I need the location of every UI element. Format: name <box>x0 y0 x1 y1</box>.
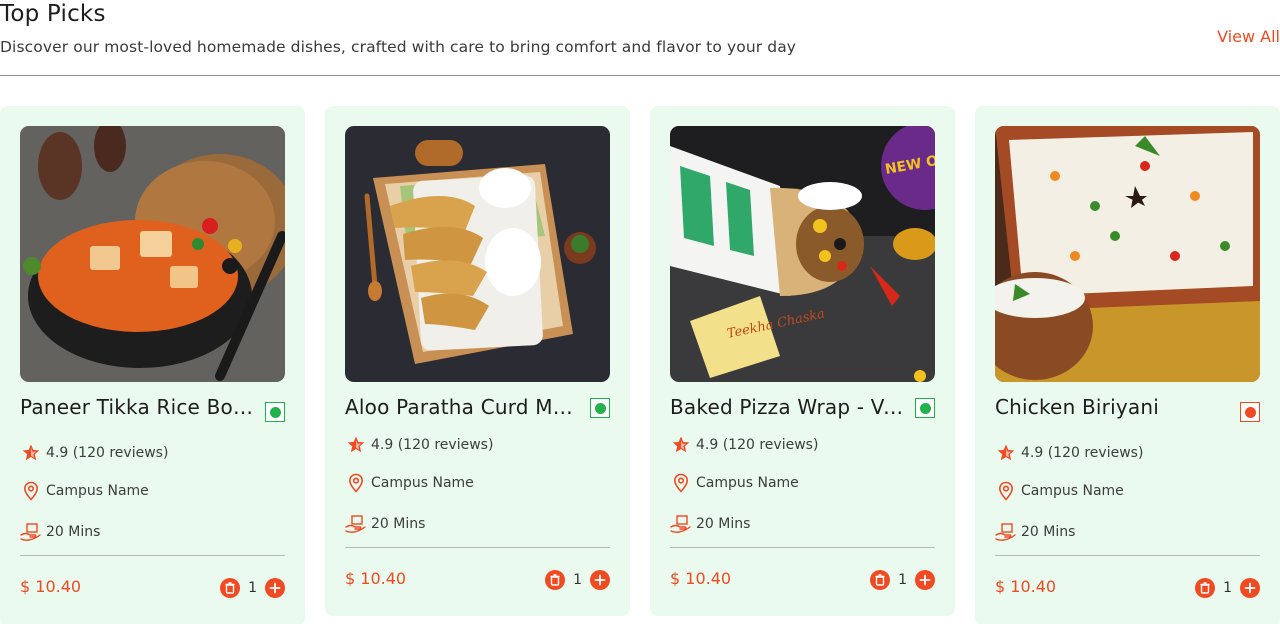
campus-row: Campus Name <box>345 472 474 494</box>
section-header: Top Picks Discover our most-loved homema… <box>0 0 1280 76</box>
location-pin-icon <box>995 480 1017 502</box>
add-button[interactable] <box>590 570 610 590</box>
veg-indicator-icon <box>915 398 935 418</box>
campus-text: Campus Name <box>696 475 799 491</box>
card-divider <box>345 547 610 548</box>
trash-icon <box>550 574 560 586</box>
campus-row: Campus Name <box>670 472 799 494</box>
location-pin-icon <box>20 480 42 502</box>
dish-card[interactable]: Chicken Biriyani 4.9 (120 reviews) Campu… <box>975 106 1280 624</box>
rating-row: 4.9 (120 reviews) <box>995 442 1143 464</box>
delivery-time-text: 20 Mins <box>696 516 751 532</box>
quantity-value: 1 <box>898 572 907 588</box>
quantity-stepper: 1 <box>220 578 285 598</box>
price: $ 10.40 <box>20 577 82 596</box>
quantity-value: 1 <box>1223 580 1232 596</box>
plus-icon <box>919 574 931 586</box>
dish-name: Paneer Tikka Rice Bowl <box>20 395 255 419</box>
campus-text: Campus Name <box>371 475 474 491</box>
rating-row: 4.9 (120 reviews) <box>670 434 818 456</box>
quantity-stepper: 1 <box>870 570 935 590</box>
star-icon <box>670 434 692 456</box>
quantity-value: 1 <box>573 572 582 588</box>
delivery-hand-icon <box>995 521 1017 543</box>
add-button[interactable] <box>265 578 285 598</box>
delivery-hand-icon <box>670 513 692 535</box>
delivery-time-text: 20 Mins <box>371 516 426 532</box>
quantity-value: 1 <box>248 580 257 596</box>
dish-card[interactable]: Aloo Paratha Curd Meal 4.9 (120 reviews)… <box>325 106 630 616</box>
add-button[interactable] <box>1240 578 1260 598</box>
delivery-time-row: 20 Mins <box>995 521 1075 543</box>
star-icon <box>20 442 42 464</box>
delete-button[interactable] <box>1195 578 1216 598</box>
location-pin-icon <box>345 472 367 494</box>
delivery-hand-icon <box>345 513 367 535</box>
plus-icon <box>594 574 606 586</box>
card-divider <box>20 555 285 556</box>
delete-button[interactable] <box>220 578 241 598</box>
delete-button[interactable] <box>545 570 566 590</box>
nonveg-indicator-icon <box>1240 402 1260 422</box>
rating-text: 4.9 (120 reviews) <box>696 437 819 453</box>
rating-text: 4.9 (120 reviews) <box>46 445 169 461</box>
veg-indicator-icon <box>590 398 610 418</box>
delivery-hand-icon <box>20 521 42 543</box>
trash-icon <box>225 582 235 594</box>
dish-name: Aloo Paratha Curd Meal <box>345 395 580 419</box>
delivery-time-row: 20 Mins <box>670 513 750 535</box>
dish-card[interactable]: Paneer Tikka Rice Bowl 4.9 (120 reviews)… <box>0 106 305 624</box>
delivery-time-text: 20 Mins <box>1021 524 1076 540</box>
dish-card-list: Paneer Tikka Rice Bowl 4.9 (120 reviews)… <box>0 106 1280 624</box>
veg-indicator-icon <box>265 402 285 422</box>
dish-image[interactable] <box>345 126 610 382</box>
section-subtitle: Discover our most-loved homemade dishes,… <box>0 38 797 56</box>
trash-icon <box>875 574 885 586</box>
dish-name: Chicken Biriyani <box>995 395 1159 419</box>
price: $ 10.40 <box>995 577 1057 596</box>
quantity-stepper: 1 <box>1195 578 1260 598</box>
campus-text: Campus Name <box>46 483 149 499</box>
delivery-time-row: 20 Mins <box>20 521 100 543</box>
star-icon <box>995 442 1017 464</box>
campus-row: Campus Name <box>20 480 149 502</box>
rating-text: 4.9 (120 reviews) <box>1021 445 1144 461</box>
price: $ 10.40 <box>345 569 407 588</box>
card-divider <box>995 555 1260 556</box>
location-pin-icon <box>670 472 692 494</box>
section-title: Top Picks <box>0 1 106 27</box>
campus-text: Campus Name <box>1021 483 1124 499</box>
rating-row: 4.9 (120 reviews) <box>20 442 168 464</box>
delivery-time-text: 20 Mins <box>46 524 101 540</box>
star-icon <box>345 434 367 456</box>
view-all-link[interactable]: View All <box>1217 27 1280 46</box>
price: $ 10.40 <box>670 569 732 588</box>
trash-icon <box>1200 582 1210 594</box>
rating-text: 4.9 (120 reviews) <box>371 437 494 453</box>
card-divider <box>670 547 935 548</box>
add-button[interactable] <box>915 570 935 590</box>
rating-row: 4.9 (120 reviews) <box>345 434 493 456</box>
quantity-stepper: 1 <box>545 570 610 590</box>
dish-name: Baked Pizza Wrap - Veg <box>670 395 905 419</box>
plus-icon <box>269 582 281 594</box>
plus-icon <box>1244 582 1256 594</box>
delete-button[interactable] <box>870 570 891 590</box>
delivery-time-row: 20 Mins <box>345 513 425 535</box>
dish-image[interactable] <box>995 126 1260 382</box>
dish-card[interactable]: Teekha Chaska NEW ON MENU Baked Pizza Wr… <box>650 106 955 616</box>
dish-image[interactable]: Teekha Chaska NEW ON MENU <box>670 126 935 382</box>
campus-row: Campus Name <box>995 480 1124 502</box>
dish-image[interactable] <box>20 126 285 382</box>
